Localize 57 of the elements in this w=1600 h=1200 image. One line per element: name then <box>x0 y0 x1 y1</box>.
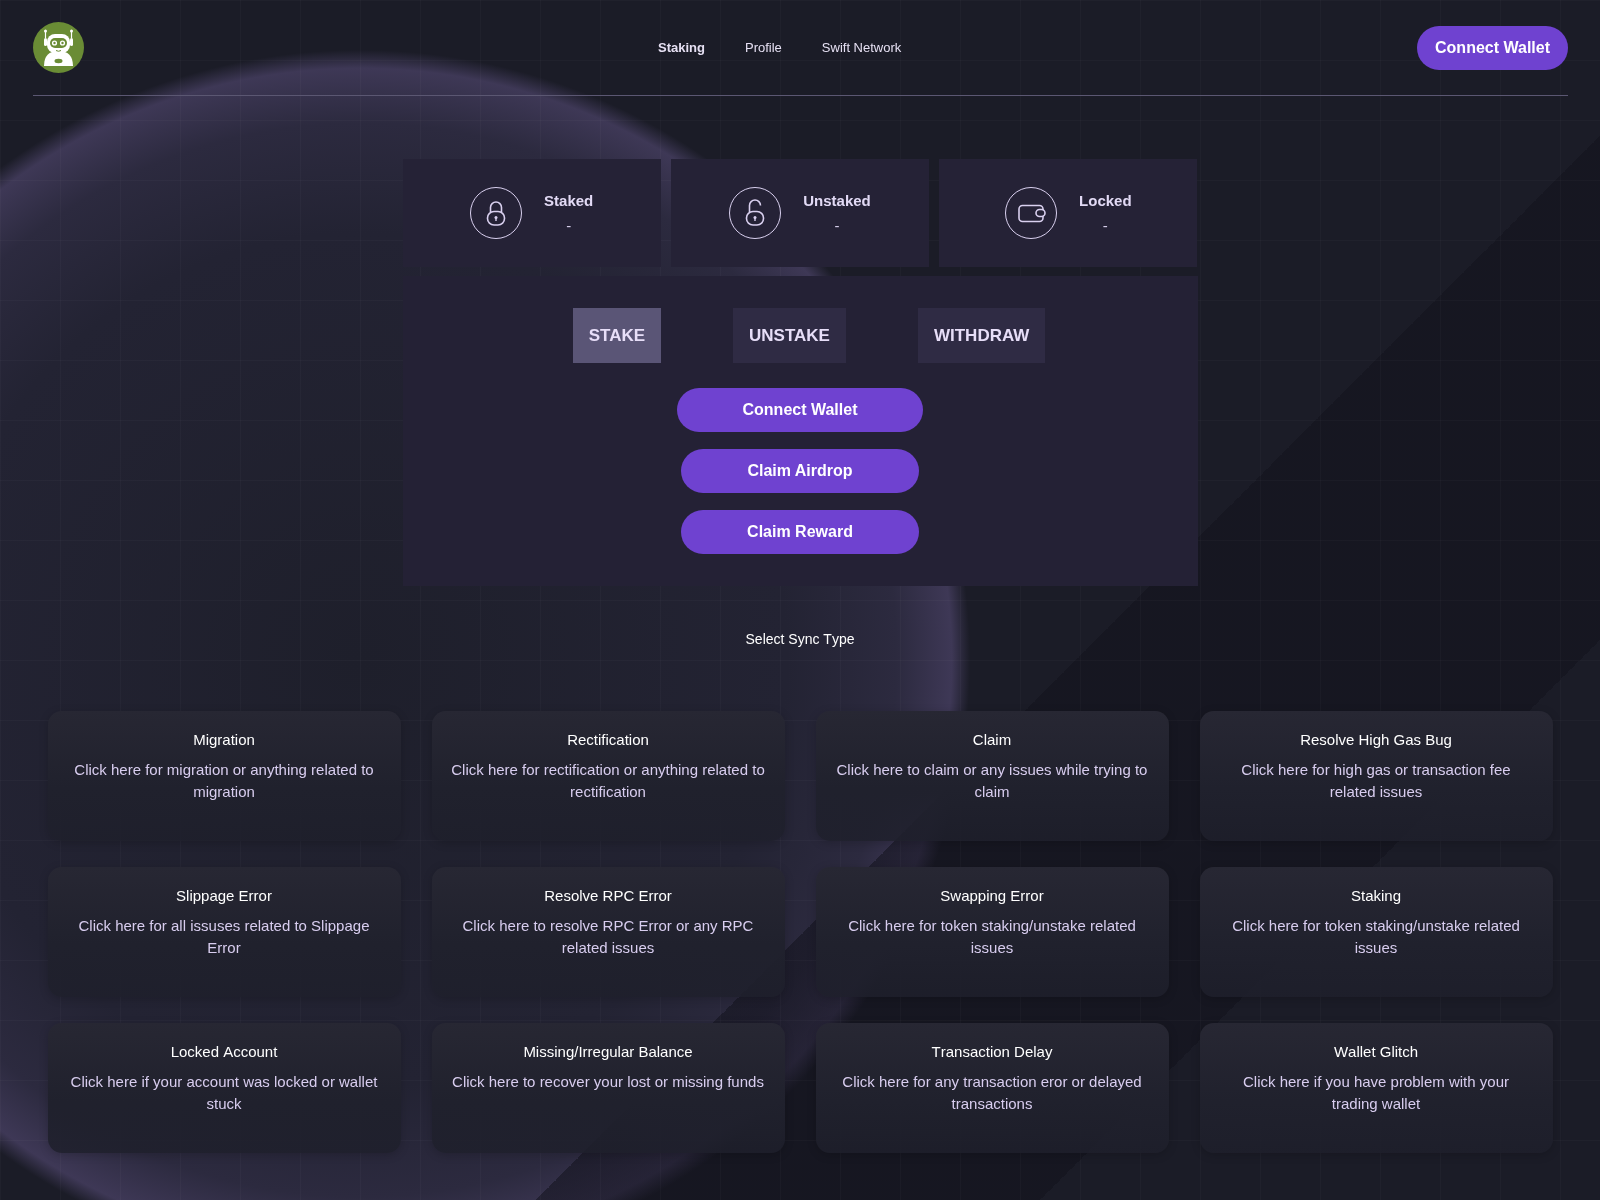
card-title: Rectification <box>566 730 650 750</box>
stat-value: - <box>1102 217 1108 234</box>
card-title: Missing/Irregular Balance <box>522 1042 694 1062</box>
sync-option-card[interactable]: Rectification Click here for rectification or anything related to rectification <box>431 711 785 841</box>
nav-link[interactable]: Staking <box>658 40 705 55</box>
card-title: Staking <box>1349 886 1402 906</box>
action-button[interactable]: Connect Wallet <box>676 388 924 432</box>
wallet-icon <box>1005 187 1058 239</box>
card-title: Migration <box>192 730 256 750</box>
card-title: Claim <box>971 730 1013 750</box>
stat-value: - <box>566 217 572 234</box>
sync-option-card[interactable]: Claim Click here to claim or any issues while trying to claim <box>815 711 1169 841</box>
card-description: Click here for rectification or anything related to rectification <box>450 760 766 802</box>
sync-option-card[interactable]: Missing/Irregular Balance Click here to recover your lost or missing funds <box>431 1023 785 1153</box>
card-description: Click here if your account was locked or wallet stuck <box>69 1072 379 1114</box>
sync-option-card[interactable]: Staking Click here for token staking/unstake related issues <box>1199 867 1553 997</box>
nav-link[interactable]: Profile <box>744 40 782 55</box>
card-description: Click here for token staking/unstake related issues <box>1231 916 1521 958</box>
sync-option-card[interactable]: Resolve High Gas Bug Click here for high gas or transaction fee related issues <box>1199 711 1553 841</box>
sync-option-card[interactable]: Resolve RPC Error Click here to resolve RPC Error or any RPC related issues <box>431 867 785 997</box>
section-heading: Select Sync Type <box>744 631 856 647</box>
stat-label: Staked <box>544 192 594 209</box>
card-description: Click here if you have problem with your trading wallet <box>1242 1072 1510 1114</box>
card-title: Swapping Error <box>939 886 1045 906</box>
card-description: Click here for all issuses related to Slippage Error <box>77 916 371 958</box>
card-description: Click here for migration or anything related to migration <box>73 760 375 802</box>
sync-option-card[interactable]: Swapping Error Click here for token staking/unstake related issues <box>815 867 1169 997</box>
tab[interactable]: STAKE <box>572 308 662 363</box>
card-title: Slippage Error <box>175 886 273 906</box>
card-title: Wallet Glitch <box>1332 1042 1420 1062</box>
card-description: Click here for token staking/unstake related issues <box>847 916 1137 958</box>
stat-value: - <box>834 217 840 234</box>
nav-link[interactable]: Swift Network <box>821 40 902 55</box>
card-description: Click here to resolve RPC Error or any RPC related issues <box>461 916 755 958</box>
card-description: Click here to recover your lost or missing funds <box>451 1072 765 1092</box>
tab[interactable]: WITHDRAW <box>917 308 1046 363</box>
sync-option-card[interactable]: Slippage Error Click here for all issuses related to Slippage Error <box>47 867 401 997</box>
sync-option-card[interactable]: Locked Account Click here if your account was locked or wallet stuck <box>47 1023 401 1153</box>
tab[interactable]: UNSTAKE <box>733 308 846 363</box>
connect-wallet-button[interactable]: Connect Wallet <box>1417 25 1568 70</box>
lock-icon <box>470 187 523 239</box>
card-title: Resolve RPC Error <box>543 886 673 906</box>
sync-option-card[interactable]: Transaction Delay Click here for any transaction eror or delayed transactions <box>815 1023 1169 1153</box>
card-description: Click here for high gas or transaction fee related issues <box>1240 760 1512 802</box>
sync-option-card[interactable]: Wallet Glitch Click here if you have problem with your trading wallet <box>1199 1023 1553 1153</box>
card-description: Click here to claim or any issues while trying to claim <box>835 760 1149 802</box>
card-description: Click here for any transaction eror or delayed transactions <box>841 1072 1143 1114</box>
card-title: Transaction Delay <box>930 1042 1054 1062</box>
robot-logo-icon <box>33 22 84 73</box>
card-title: Locked Account <box>169 1042 279 1062</box>
stat-label: Locked <box>1079 192 1132 209</box>
sync-option-card[interactable]: Migration Click here for migration or anything related to migration <box>47 711 401 841</box>
card-title: Resolve High Gas Bug <box>1299 730 1453 750</box>
unlocked-lock-icon <box>729 187 782 239</box>
action-button[interactable]: Claim Reward <box>681 510 919 554</box>
stat-label: Unstaked <box>803 192 871 209</box>
action-button[interactable]: Claim Airdrop <box>681 449 919 493</box>
